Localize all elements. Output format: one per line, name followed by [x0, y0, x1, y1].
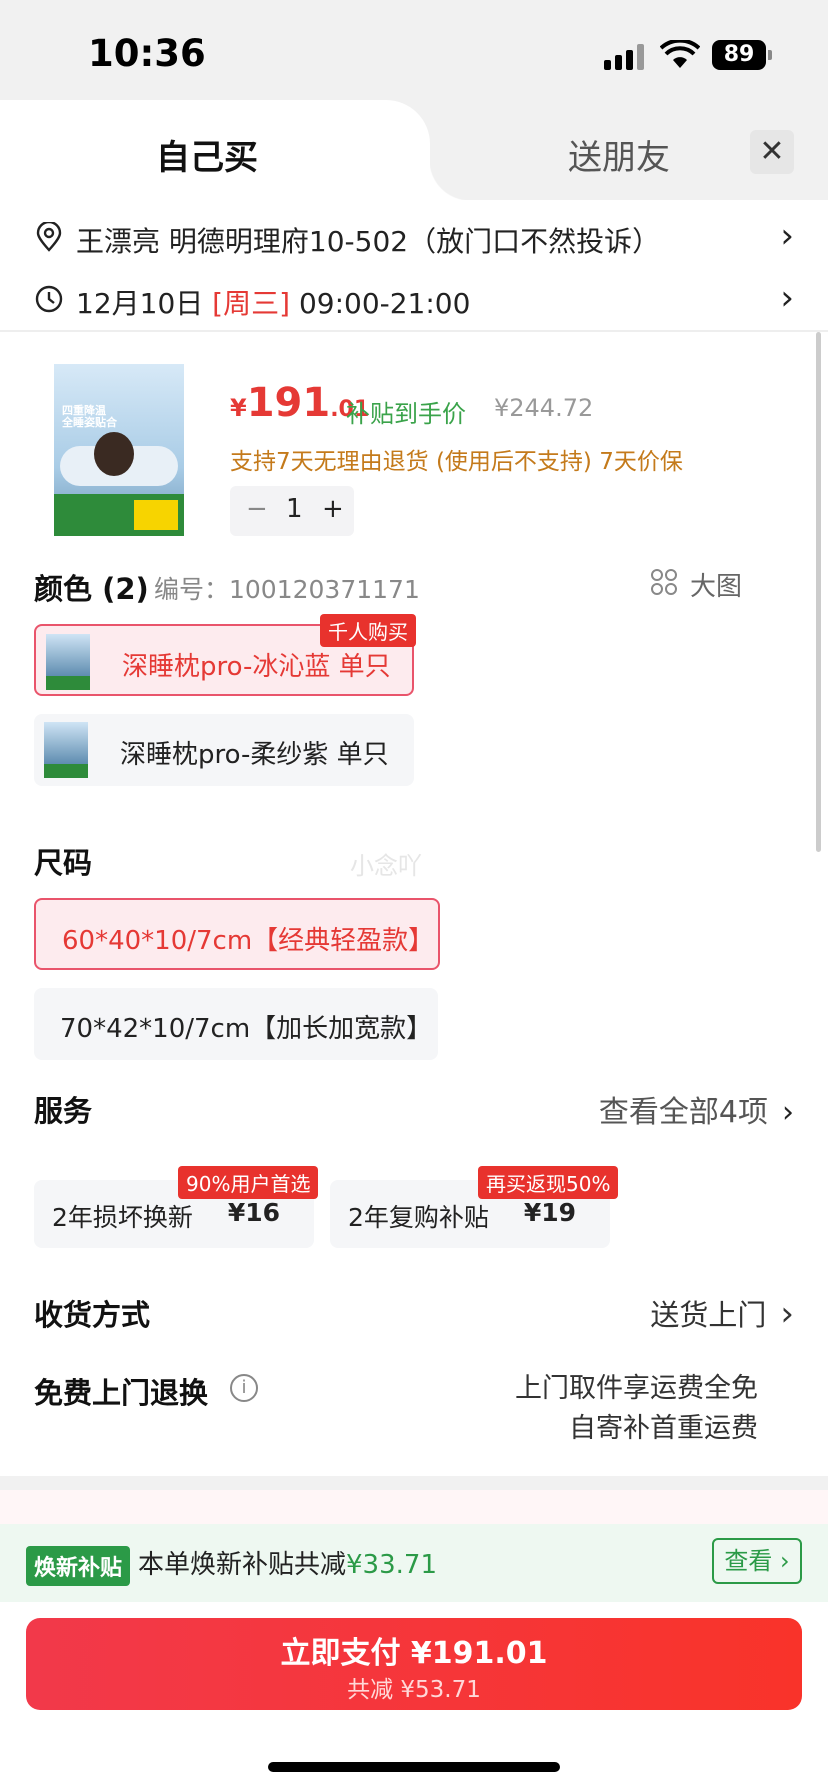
pay-button[interactable]: 立即支付 ¥191.01 共减 ¥53.71	[26, 1618, 802, 1710]
shipping-title: 收货方式	[34, 1298, 151, 1332]
chevron-right-icon: ›	[780, 1294, 794, 1334]
promo-strip	[54, 494, 184, 536]
size-option-label: 70*42*10/7cm【加长加宽款】	[60, 1014, 433, 1044]
product-code: 编号：100120371171	[154, 575, 420, 604]
home-indicator	[268, 1762, 560, 1772]
tab-self-buy[interactable]: 自己买	[0, 100, 470, 200]
size-option[interactable]: 70*42*10/7cm【加长加宽款】	[34, 988, 438, 1060]
size-option[interactable]: 60*40*10/7cm【经典轻盈款】	[34, 898, 440, 970]
big-picture-toggle[interactable]: 大图	[651, 566, 743, 603]
clock-icon	[35, 285, 63, 313]
free-return-line1: 上门取件享运费全免	[515, 1373, 758, 1404]
service-name: 2年损坏换新	[52, 1203, 193, 1232]
see-all-services[interactable]: 查看全部4项 ›	[599, 1087, 794, 1131]
signal-icon	[604, 44, 646, 70]
price-tag: 补贴到手价	[346, 400, 466, 428]
size-option-label: 60*40*10/7cm【经典轻盈款】	[62, 926, 435, 956]
return-policy: 支持7天无理由退货 (使用后不支持) 7天价保	[230, 449, 683, 475]
price-currency: ¥	[230, 394, 247, 422]
subsidy-amount: ¥33.71	[346, 1550, 437, 1580]
pay-label: 立即支付 ¥191.01	[280, 1636, 548, 1671]
address-row[interactable]: 王漂亮 明德明理府10-502（放门口不然投诉） ›	[34, 214, 794, 264]
shipping-method[interactable]: 送货上门 ›	[650, 1292, 794, 1334]
chevron-right-icon: ›	[780, 216, 794, 256]
subsidy-desc: 本单焕新补贴共减	[138, 1550, 347, 1580]
qty-value[interactable]: 1	[286, 494, 303, 524]
quantity-stepper: − 1 +	[230, 486, 354, 536]
address-text: 王漂亮 明德明理府10-502（放门口不然投诉）	[76, 225, 661, 258]
service-price: ¥16	[227, 1198, 280, 1227]
subsidy-view-button[interactable]: 查看 ›	[712, 1538, 802, 1584]
subsidy-tag: 焕新补贴	[26, 1546, 131, 1586]
color-option-label: 深睡枕pro-柔纱紫 单只	[120, 740, 389, 770]
original-price: ¥244.72	[494, 394, 594, 422]
color-title: 颜色 (2)	[34, 572, 149, 606]
status-bar: 10:36 89	[0, 0, 828, 100]
free-return-line2: 自寄补首重运费	[569, 1413, 758, 1444]
close-button[interactable]: ✕	[750, 130, 794, 174]
subsidy-view-label: 查看	[724, 1547, 773, 1575]
big-picture-label: 大图	[690, 572, 743, 602]
service-price: ¥19	[523, 1198, 576, 1227]
shipping-method-label: 送货上门	[650, 1298, 767, 1332]
delivery-weekday: [周三]	[212, 287, 291, 320]
pay-discount: 共减 ¥53.71	[347, 1677, 481, 1703]
delivery-range: 09:00-21:00	[298, 287, 471, 320]
color-thumbnail	[44, 722, 88, 778]
service-name: 2年复购补贴	[348, 1203, 489, 1232]
service-badge: 再买返现50%	[478, 1166, 619, 1199]
grid-icon	[651, 569, 677, 595]
tab-self-label: 自己买	[156, 138, 258, 178]
product-image-caption-2: 全睡姿贴合	[62, 416, 117, 429]
price-integer: 191	[246, 380, 331, 426]
tab-send-friend[interactable]: 送朋友	[568, 130, 670, 179]
divider	[0, 330, 828, 332]
qty-minus-button[interactable]: −	[246, 494, 268, 524]
delivery-time-text: 12月10日 [周三] 09:00-21:00	[76, 282, 470, 322]
status-time: 10:36	[88, 32, 206, 75]
chevron-right-icon: ›	[782, 1095, 794, 1130]
free-return-title: 免费上门退换	[34, 1376, 209, 1410]
wifi-icon	[660, 40, 700, 68]
service-badge: 90%用户首选	[178, 1166, 319, 1199]
scrollbar[interactable]	[816, 332, 821, 852]
info-icon[interactable]: i	[230, 1374, 258, 1402]
subsidy-bar: 焕新补贴 本单焕新补贴共减¥33.71 查看 ›	[0, 1524, 828, 1602]
chevron-right-icon: ›	[780, 278, 794, 318]
delivery-date: 12月10日	[76, 287, 204, 320]
delivery-time-row[interactable]: 12月10日 [周三] 09:00-21:00 ›	[34, 276, 794, 326]
color-option[interactable]: 深睡枕pro-柔纱紫 单只	[34, 714, 414, 786]
product-image[interactable]: 四重降温 全睡姿贴合	[54, 364, 184, 536]
size-title: 尺码	[34, 846, 93, 880]
battery-icon: 89	[712, 40, 772, 70]
subsidy-text: 本单焕新补贴共减¥33.71	[138, 1544, 437, 1581]
sleeper-graphic	[94, 432, 134, 476]
purchase-tabs: 自己买 送朋友	[0, 100, 828, 200]
see-all-label: 查看全部4项	[598, 1095, 768, 1130]
popular-badge: 千人购买	[320, 614, 416, 647]
watermark: 小念吖	[350, 852, 422, 880]
qty-plus-button[interactable]: +	[322, 494, 344, 524]
section-gap	[0, 1476, 828, 1490]
service-title: 服务	[34, 1094, 93, 1128]
location-pin-icon	[36, 222, 62, 252]
color-option-label: 深睡枕pro-冰沁蓝 单只	[122, 652, 391, 682]
color-thumbnail	[46, 634, 90, 690]
banner-strip	[0, 1490, 828, 1524]
